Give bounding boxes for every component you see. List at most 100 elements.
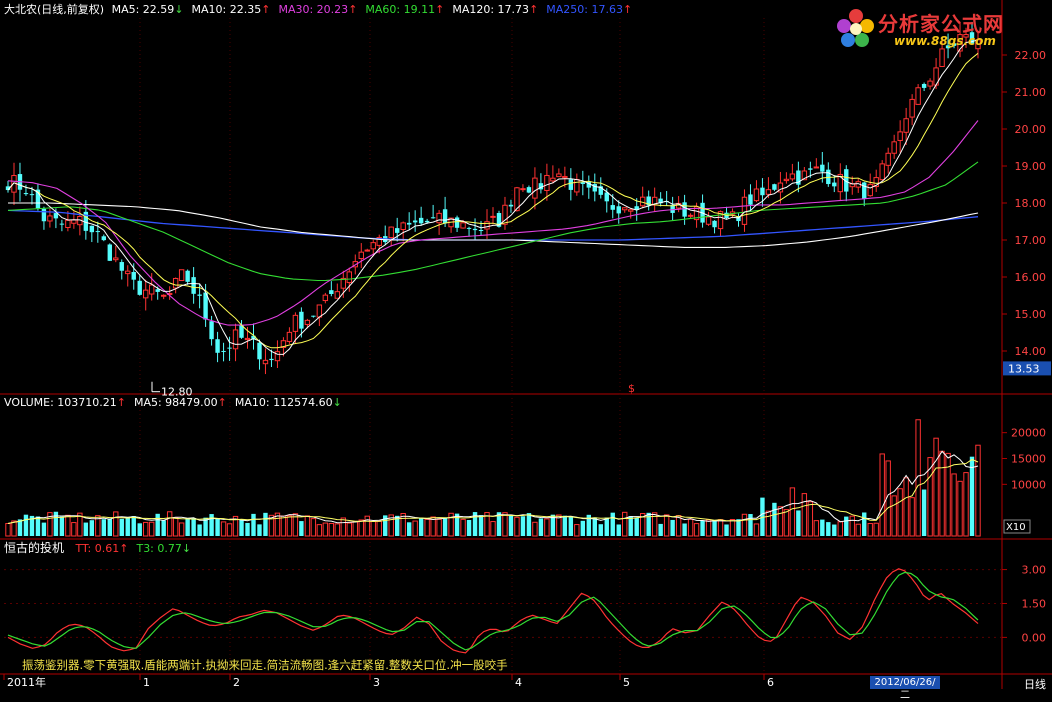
candle-body-up [622,207,628,211]
candle-body-down [430,217,436,219]
candle-body-down [712,220,717,228]
volume-bar-up [693,523,700,537]
candle-body-down [526,187,532,193]
candle-body-up [262,359,269,365]
candle-body-up [322,294,329,302]
candle-body-up [867,183,873,197]
volume-bar-up [717,519,724,537]
price-tick-label: 17.00 [1015,234,1047,247]
candle-body-up [334,291,341,299]
candle-body-up [903,118,909,133]
candle-body-up [47,215,53,222]
volume-bar-down [215,519,220,536]
volume-bar-down [568,516,574,536]
candle-body-up [574,179,580,193]
volume-bar-up [166,511,173,537]
logo-url: www.88gs.com [894,34,996,48]
vol-item: MA5: 98479.00↑ [134,396,227,409]
period-tag[interactable]: 日线 [1024,676,1046,692]
volume-bar-down [197,524,202,536]
candle-body-down [454,217,460,228]
volume-bar-up [903,477,909,537]
volume-bar-up [951,473,957,537]
volume-bar-up [927,457,933,537]
volume-bar-down [700,520,705,536]
candle-body-up [364,249,370,252]
volume-bar-down [418,517,424,536]
event-marker: $ [628,382,635,395]
candle-body-up [160,294,167,297]
indicator-tick-label: 1.50 [1022,597,1047,610]
volume-bar-up [532,521,538,537]
trend-arrow-icon: ↑ [529,3,539,16]
candle-body-down [155,289,160,292]
candle-body-up [232,329,239,350]
current-price-label: 13.53 [1008,362,1040,375]
volume-bar-up [891,495,897,537]
candle-body-up [891,141,897,154]
volume-bar-up [963,472,969,537]
candle-body-up [705,216,712,225]
volume-bar-down [508,515,514,536]
candle-body-down [131,272,136,280]
volume-bar-up [364,515,370,537]
volume-bar-down [299,521,304,536]
candle-body-down [101,236,107,241]
volume-bar-down [101,519,107,536]
volume-bar-up [340,517,347,537]
chart-stage[interactable]: 14.00 15.00 16.00 17.00 18.00 19.00 20.00 21.00… [0,0,1052,701]
candle-body-up [292,314,299,332]
volume-bar-up [143,521,149,537]
volume-bar-down [89,520,95,536]
candle-body-up [765,189,772,195]
volume-bar-up [897,488,903,537]
volume-bar-up [789,487,796,537]
vol-value: MA5: 98479.00 [133,396,218,409]
logo-title: 分析家公式网 [878,12,1004,36]
volume-bar-up [663,514,670,537]
volume-bar-down [562,515,568,536]
candle-body-up [113,257,119,261]
trend-arrow-icon: ↑ [217,396,227,409]
candle-body-up [813,166,820,169]
volume-bar-down [191,518,196,536]
volume-bar-up [316,524,323,537]
volume-bar-up [807,501,814,537]
candle-body-up [316,304,323,318]
candle-body-up [789,173,796,180]
ma-item: MA30: 20.23↑ [278,3,357,16]
candle-body-up [143,289,149,299]
candle-body-up [172,277,179,289]
stock-chart-svg[interactable]: 14.0015.0016.0017.0018.0019.0020.0021.00… [0,0,1052,689]
trend-arrow-icon: ↑ [116,396,126,409]
volume-bar-down [616,524,621,536]
volume-bar-down [23,514,29,536]
volume-bar-up [813,520,820,537]
cursor-date-box: 2012/06/26/二 [870,676,940,701]
volume-bar-up [376,520,382,537]
volume-ma5-line [7,450,979,524]
volume-bar-up [945,452,951,537]
candle-body-down [478,229,484,231]
ind-value: T3: 0.77 [136,542,182,555]
trend-arrow-icon: ↓ [174,3,184,16]
candle-body-down [221,350,226,352]
month-label: 2 [233,676,240,689]
price-tick-label: 19.00 [1015,160,1047,173]
site-logo[interactable]: 分析家公式网 www.88gs.com [834,6,1044,52]
volume-bar-down [257,524,262,536]
volume-bar-up [226,523,233,537]
candle-body-up [556,173,562,178]
volume-bar-down [245,522,250,536]
ind-item: TT: 0.61↑ [76,542,129,555]
volume-bar-down [161,520,166,536]
candle-body-up [753,188,760,202]
candle-body-up [628,209,634,212]
indicator-name: 恒古的投机 [4,541,65,555]
volume-bar-down [442,517,448,536]
volume-bar-down [406,522,412,536]
volume-bar-down [844,516,849,536]
candle-body-up [125,270,131,275]
indicator-tick-label: 3.00 [1022,564,1047,577]
volume-bar-up [71,522,77,537]
